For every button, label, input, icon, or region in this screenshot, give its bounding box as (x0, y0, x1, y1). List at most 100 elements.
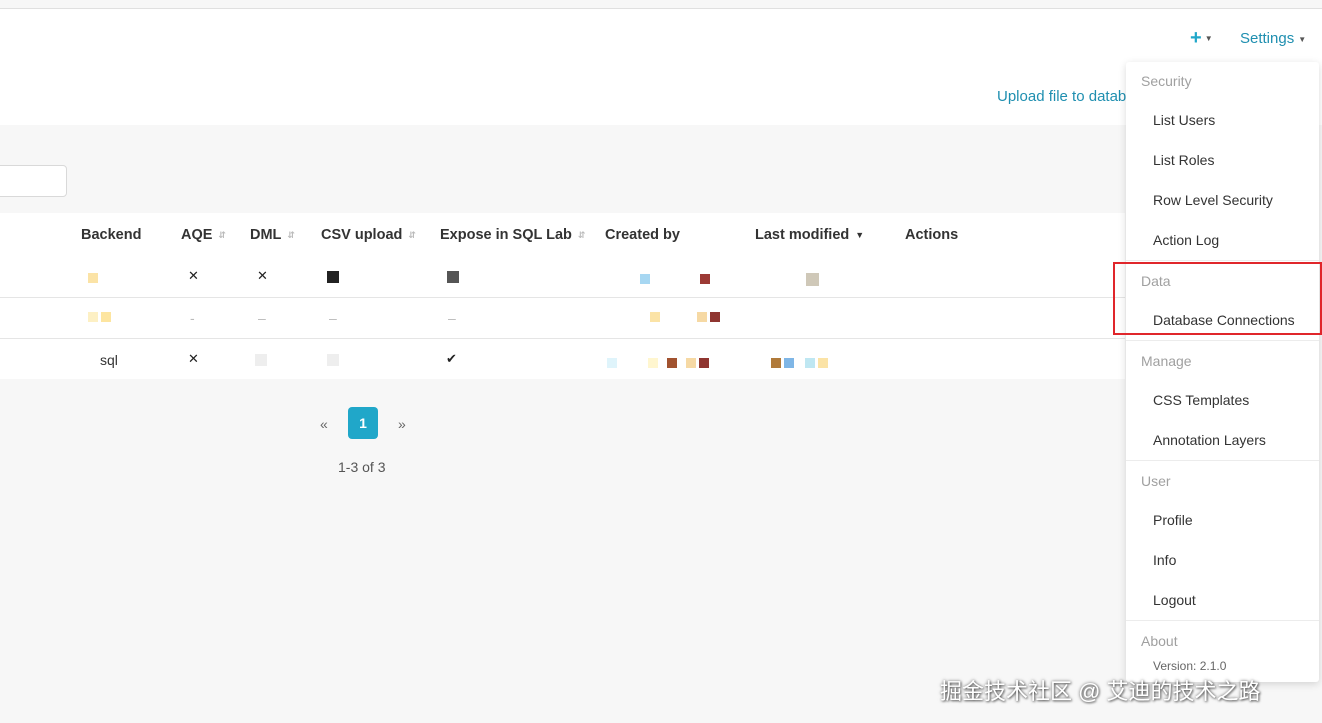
aqe-cell: - (190, 310, 195, 326)
search-input[interactable] (0, 165, 67, 197)
expose-cell: ✔ (446, 351, 457, 366)
column-header-last-modified[interactable]: Last modified ▼ (755, 227, 864, 243)
redacted-block (784, 358, 794, 369)
column-header-csv-upload[interactable]: CSV upload ⇵ (321, 227, 416, 243)
expose-cell: – (448, 310, 456, 326)
redacted-block (650, 312, 660, 323)
menu-item-list-roles[interactable]: List Roles (1153, 152, 1214, 168)
menu-item-list-users[interactable]: List Users (1153, 112, 1215, 128)
redacted-block (697, 312, 707, 323)
settings-dropdown-menu: Security List Users List Roles Row Level… (1126, 62, 1319, 682)
dml-cell: ✕ (257, 268, 268, 283)
table-row[interactable]: ✕ ✕ (0, 256, 1125, 297)
redacted-block (700, 274, 710, 285)
menu-item-action-log[interactable]: Action Log (1153, 232, 1219, 248)
column-header-label: Expose in SQL Lab (440, 227, 572, 243)
caret-down-icon: ▼ (1204, 34, 1213, 44)
caret-down-icon: ▼ (1298, 34, 1307, 44)
menu-item-annotation-layers[interactable]: Annotation Layers (1153, 432, 1266, 448)
upload-file-link[interactable]: Upload file to datab (997, 88, 1126, 105)
menu-item-info[interactable]: Info (1153, 552, 1176, 568)
highlight-box (1113, 262, 1322, 335)
expose-cell (447, 270, 459, 286)
redacted-block (771, 358, 781, 369)
column-header-created-by[interactable]: Created by (605, 227, 680, 243)
column-header-dml[interactable]: DML ⇵ (250, 227, 295, 243)
redacted-block (818, 358, 828, 369)
pagination-prev-button[interactable]: « (320, 416, 328, 432)
aqe-cell: ✕ (188, 268, 199, 283)
csv-upload-cell (327, 270, 339, 286)
redacted-block (255, 354, 267, 366)
menu-item-row-level-security[interactable]: Row Level Security (1153, 192, 1273, 208)
redacted-block (686, 358, 696, 369)
pagination-page-1[interactable]: 1 (348, 407, 378, 439)
redacted-block (88, 273, 98, 284)
watermark: 掘金技术社区 @ 艾迪的技术之路 (940, 679, 1261, 704)
sort-desc-icon: ▼ (855, 230, 865, 241)
redacted-block (640, 274, 650, 285)
databases-table: Backend AQE ⇵ DML ⇵ CSV upload ⇵ Expose in … (0, 213, 1125, 379)
menu-group-about: About (1141, 633, 1178, 649)
plus-icon: + (1190, 27, 1202, 49)
column-header-expose-in-sql-lab[interactable]: Expose in SQL Lab ⇵ (440, 227, 585, 243)
settings-label: Settings (1240, 30, 1295, 47)
backend-cell (88, 308, 114, 324)
menu-group-security: Security (1141, 73, 1192, 89)
menu-group-manage: Manage (1141, 353, 1192, 369)
redacted-block (101, 312, 111, 323)
redacted-block (648, 358, 658, 369)
column-header-label: CSV upload (321, 227, 403, 243)
page: + ▼ Settings ▼ Upload file to datab Backen… (0, 0, 1322, 723)
redacted-block (667, 358, 677, 369)
dml-cell: – (258, 310, 266, 326)
aqe-cell: ✕ (188, 351, 199, 366)
redacted-block (710, 312, 720, 323)
csv-upload-cell (327, 353, 339, 369)
redacted-block (805, 358, 815, 369)
column-header-label: DML (250, 227, 282, 243)
add-menu-button[interactable]: + ▼ (1190, 27, 1213, 50)
menu-item-css-templates[interactable]: CSS Templates (1153, 392, 1249, 408)
page-subheader: Upload file to datab (0, 68, 1322, 125)
column-header-label: Last modified (755, 227, 850, 243)
backend-cell: sql (100, 352, 118, 368)
redacted-block (806, 272, 819, 286)
pagination-next-button[interactable]: » (398, 416, 406, 432)
settings-menu-button[interactable]: Settings ▼ (1240, 30, 1306, 47)
table-row[interactable]: - – – – (0, 297, 1125, 338)
dml-cell (255, 353, 267, 369)
created-by-cell (650, 308, 723, 324)
menu-divider (1126, 260, 1319, 261)
column-header-label: AQE (181, 227, 213, 243)
version-text: Version: 2.1.0 (1153, 659, 1227, 673)
column-header-actions: Actions (905, 227, 959, 243)
redacted-block (653, 274, 663, 285)
menu-item-logout[interactable]: Logout (1153, 592, 1196, 608)
menu-divider (1126, 460, 1319, 461)
sort-icon: ⇵ (408, 229, 416, 240)
sort-icon: ⇵ (287, 229, 295, 240)
sort-icon: ⇵ (577, 229, 586, 240)
table-row[interactable]: sql ✕ ✔ (0, 338, 1125, 379)
menu-item-profile[interactable]: Profile (1153, 512, 1193, 528)
pagination-range: 1-3 of 3 (338, 459, 386, 475)
created-by-cell (607, 354, 712, 370)
csv-upload-cell: – (329, 310, 337, 326)
menu-divider (1126, 620, 1319, 621)
redacted-block (607, 358, 617, 369)
last-modified-cell (771, 354, 831, 370)
column-header-backend[interactable]: Backend (81, 227, 141, 243)
sort-icon: ⇵ (218, 229, 226, 240)
menu-divider (1126, 340, 1319, 341)
redacted-block (88, 312, 98, 323)
redacted-block (447, 271, 459, 283)
redacted-block (699, 358, 709, 369)
redacted-block (327, 271, 339, 283)
backend-cell (88, 269, 101, 285)
created-by-cell (640, 270, 713, 286)
menu-group-user: User (1141, 473, 1171, 489)
last-modified-cell (806, 270, 822, 286)
redacted-block (327, 354, 339, 366)
column-header-aqe[interactable]: AQE ⇵ (181, 227, 226, 243)
